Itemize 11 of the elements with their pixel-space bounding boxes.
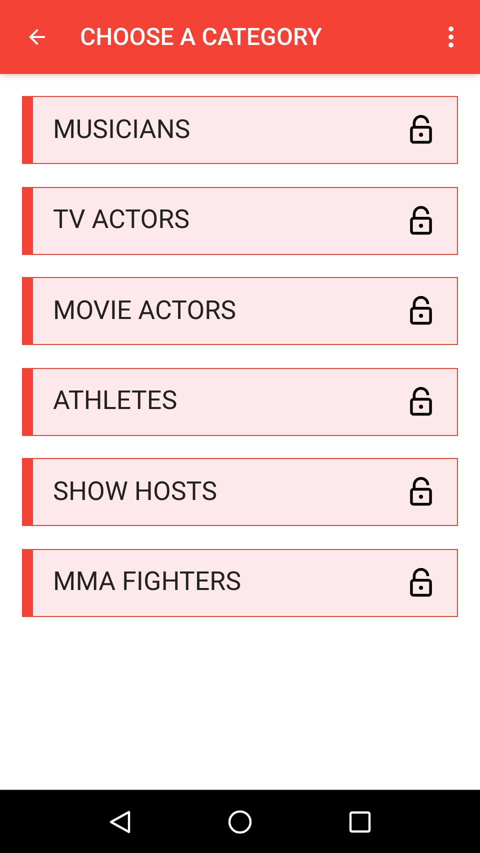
category-card[interactable]: MUSICIANS <box>22 96 458 164</box>
recent-apps-icon[interactable] <box>349 810 371 832</box>
category-card[interactable]: TV ACTORS <box>22 186 458 254</box>
category-card[interactable]: SHOW HOSTS <box>22 458 458 526</box>
screen-title: CHOOSE A CATEGORY <box>80 22 322 53</box>
category-card[interactable]: MOVIE ACTORS <box>22 277 458 345</box>
category-card[interactable]: MMA FIGHTERS <box>22 548 458 616</box>
more-options-icon[interactable] <box>448 25 454 49</box>
category-card[interactable]: ATHLETES <box>22 368 458 436</box>
home-icon[interactable] <box>228 810 252 834</box>
back-icon[interactable] <box>109 810 131 834</box>
